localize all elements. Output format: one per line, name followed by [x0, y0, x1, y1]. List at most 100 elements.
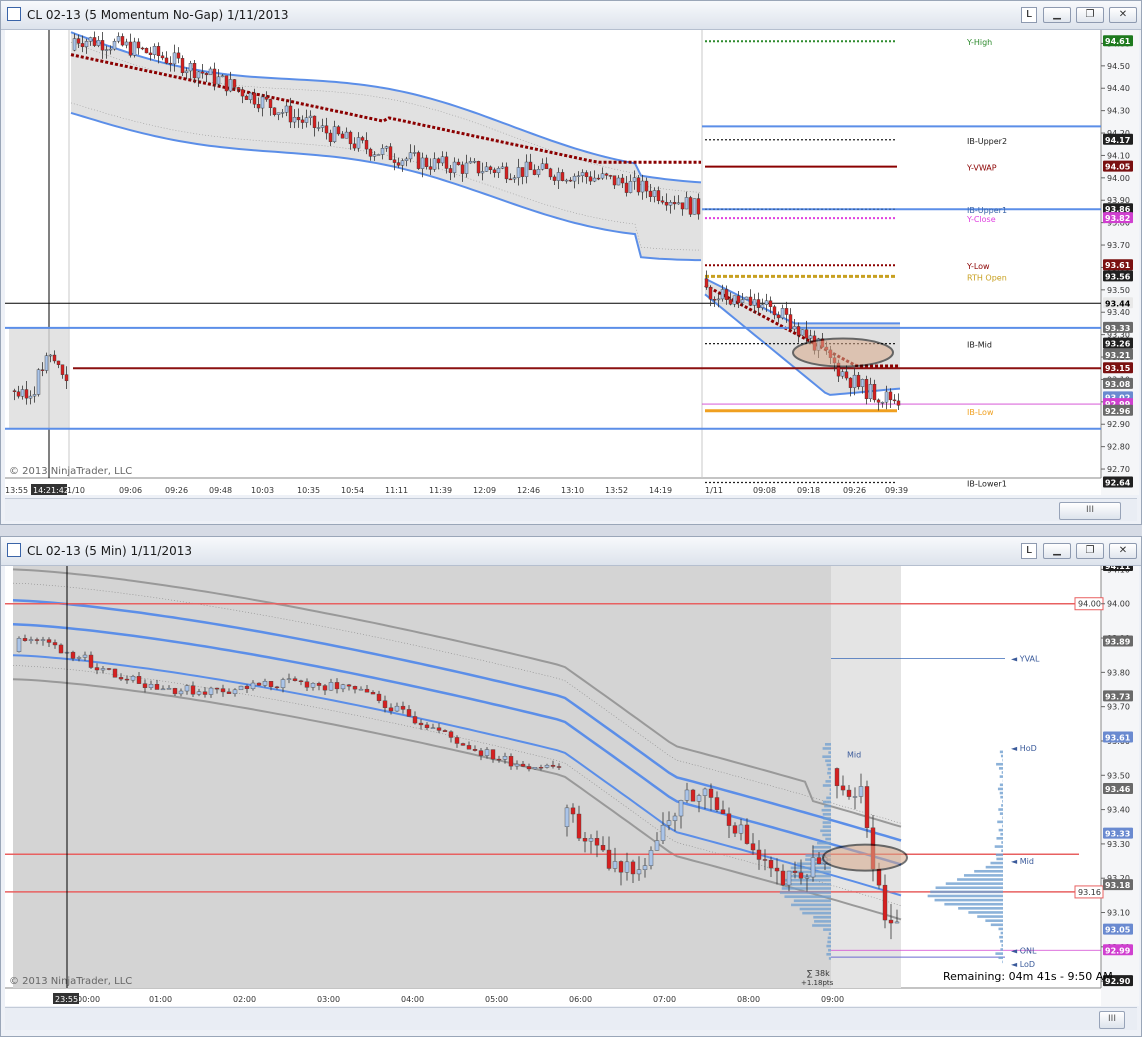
x-tick-label: 14:21:42	[33, 486, 69, 495]
candle-body	[334, 682, 340, 690]
candle-body	[580, 172, 585, 176]
candle-body	[524, 161, 529, 177]
top-scroll-thumb[interactable]: III	[1059, 502, 1121, 520]
volume-profile-bar	[828, 751, 831, 754]
restore-icon[interactable]: ❐	[1076, 543, 1104, 559]
candle-body	[476, 160, 481, 174]
bottom-title-bar[interactable]: CL 02-13 (5 Min) 1/11/2013 L ▁ ❐ ✕	[1, 537, 1141, 566]
close-icon[interactable]: ✕	[1109, 543, 1137, 559]
link-button[interactable]: L	[1021, 543, 1037, 559]
candle-body	[92, 37, 97, 46]
copyright-label: © 2013 NinjaTrader, LLC	[9, 976, 132, 987]
profile-label: ◄ YVAL	[1011, 655, 1040, 664]
volume-profile-bar	[829, 788, 831, 791]
candle-body	[172, 52, 177, 65]
candle-body	[76, 657, 82, 659]
restore-icon[interactable]: ❐	[1076, 7, 1104, 23]
y-tick-label: 93.50	[1107, 771, 1130, 780]
candle-body	[308, 115, 313, 118]
x-tick-label: 09:26	[843, 486, 866, 495]
price-badge-label: 93.21	[1105, 351, 1131, 360]
bottom-price-chart[interactable]: 94.00 93.16 ◄ YVAL ◄ HoD Mid ◄ Mid ◄ ONL ◄ LoD 9…	[5, 566, 1139, 1006]
price-badge-label: 93.18	[1105, 881, 1131, 890]
candle-body	[64, 374, 69, 382]
candle-body	[436, 158, 441, 164]
candle-body	[688, 197, 693, 215]
candle-body	[248, 92, 253, 100]
candle-body	[724, 289, 729, 300]
volume-profile-bar	[817, 841, 831, 845]
x-tick-label: 01:00	[149, 995, 172, 1004]
candle-body	[24, 389, 29, 399]
close-icon[interactable]: ✕	[1109, 7, 1137, 23]
candle-body	[728, 299, 733, 305]
candle-body	[496, 168, 501, 173]
link-button[interactable]: L	[1021, 7, 1037, 23]
level-label-6: RTH Open	[967, 273, 1007, 282]
top-window-title: CL 02-13 (5 Momentum No-Gap) 1/11/2013	[27, 8, 289, 22]
candle-body	[94, 667, 100, 671]
volume-profile-bar	[814, 920, 831, 923]
volume-profile-bar	[791, 903, 831, 907]
candle-body	[442, 730, 448, 732]
bottom-scroll-thumb[interactable]: III	[1099, 1011, 1125, 1029]
session-profile-bar	[927, 894, 1003, 898]
session-profile-bar	[998, 956, 1003, 960]
candle-body	[82, 654, 88, 658]
bottom-horizontal-scrollbar[interactable]: III	[5, 1007, 1137, 1030]
volume-sum-label: ∑ 38k	[807, 969, 830, 978]
candle-body	[584, 172, 589, 177]
volume-profile-bar	[827, 771, 831, 775]
minimize-icon[interactable]: ▁	[1043, 7, 1071, 23]
remaining-timer-label: Remaining: 04m 41s - 9:50 AM	[943, 970, 1113, 983]
candle-body	[208, 687, 214, 695]
price-badge-label: 93.26	[1105, 340, 1131, 349]
y-tick-label: 93.10	[1107, 909, 1130, 918]
candle-body	[612, 175, 617, 186]
volume-profile-bar	[828, 932, 831, 936]
top-horizontal-scrollbar[interactable]: III	[5, 498, 1137, 521]
chart-icon	[7, 7, 21, 21]
x-tick-label: 09:06	[119, 486, 142, 495]
candle-body	[412, 152, 417, 154]
level-label-8: IB-Low	[967, 408, 994, 417]
x-tick-label: 09:00	[821, 995, 844, 1004]
candle-body	[690, 789, 696, 802]
price-badge-label: 93.61	[1105, 261, 1131, 270]
session-profile-bar	[958, 907, 1003, 910]
y-tick-label: 92.70	[1107, 465, 1130, 474]
candle-body	[56, 360, 61, 365]
minimize-icon[interactable]: ▁	[1043, 543, 1071, 559]
session-profile-bar	[990, 861, 1003, 865]
level-label-2: Y-VWAP	[966, 164, 997, 173]
candle-body	[12, 390, 17, 392]
red-level-label: 94.00	[1078, 600, 1101, 609]
candle-body	[568, 179, 573, 182]
candle-body	[190, 685, 196, 695]
top-price-chart[interactable]: Y-High IB-Upper2 Y-VWAP IB-Upper1Y-Close Y-L…	[5, 30, 1139, 495]
session-profile-bar	[999, 812, 1003, 815]
candle-body	[632, 177, 637, 182]
candle-body	[576, 175, 581, 177]
candle-body	[528, 161, 533, 171]
session-profile-bar	[1000, 754, 1003, 758]
x-tick-label: 07:00	[653, 995, 676, 1004]
candle-body	[596, 177, 601, 180]
top-title-bar[interactable]: CL 02-13 (5 Momentum No-Gap) 1/11/2013 L…	[1, 1, 1141, 30]
candle-body	[364, 140, 369, 150]
candle-body	[484, 749, 490, 756]
candle-body	[500, 166, 505, 169]
volume-profile-bar	[824, 743, 831, 746]
candle-body	[780, 870, 786, 886]
candle-body	[544, 163, 549, 170]
candle-body	[84, 41, 89, 48]
volume-profile-bar	[793, 899, 831, 903]
candle-body	[448, 168, 453, 173]
candle-body	[834, 768, 840, 787]
candle-body	[418, 722, 424, 726]
candle-body	[564, 179, 569, 182]
candle-body	[328, 132, 333, 143]
candle-body	[856, 374, 861, 387]
candle-body	[346, 684, 352, 687]
candle-body	[238, 685, 244, 691]
